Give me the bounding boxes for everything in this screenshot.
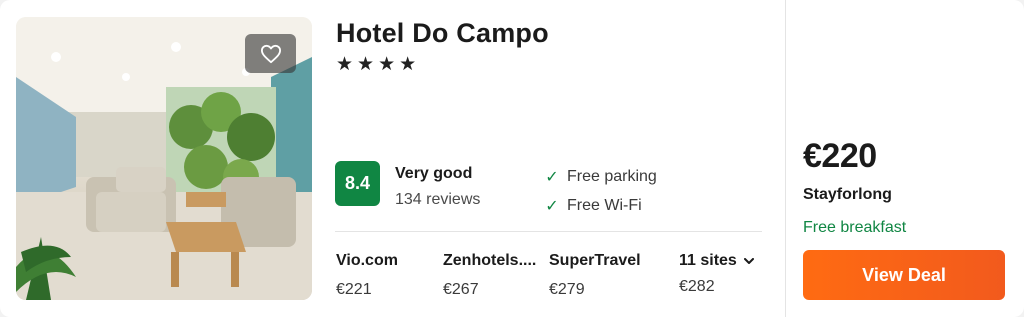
site-name: Vio.com — [336, 252, 398, 269]
amenity-label: Free Wi-Fi — [567, 197, 642, 214]
site-name: SuperTravel — [549, 252, 641, 269]
star-icon: ★ — [378, 54, 396, 75]
more-sites-price: €282 — [679, 278, 715, 295]
deal-perk: Free breakfast — [803, 219, 907, 236]
site-offer-supertravel[interactable]: SuperTravel €279 — [549, 251, 659, 300]
deal-provider: Stayforlong — [803, 186, 892, 203]
site-price: €267 — [443, 281, 479, 298]
star-rating: ★ ★ ★ ★ — [336, 54, 416, 76]
favorite-button[interactable] — [245, 34, 296, 73]
view-deal-button[interactable]: View Deal — [803, 250, 1005, 300]
heart-outline-icon — [260, 44, 281, 63]
check-icon: ✓ — [545, 198, 559, 215]
amenity-label: Free parking — [567, 168, 657, 185]
star-icon: ★ — [357, 54, 375, 75]
site-offer-zenhotels[interactable]: Zenhotels.... €267 — [443, 251, 543, 300]
site-name: Zenhotels.... — [443, 252, 537, 269]
chevron-down-icon — [743, 257, 754, 264]
star-icon: ★ — [336, 54, 354, 75]
hotel-result-card[interactable]: Hotel Do Campo ★ ★ ★ ★ 8.4 Very good 134 re… — [0, 0, 1024, 317]
rating-label: Very good — [395, 165, 473, 182]
column-divider — [785, 0, 786, 317]
star-icon: ★ — [399, 54, 417, 75]
site-offer-vio[interactable]: Vio.com €221 — [336, 251, 446, 300]
site-price: €279 — [549, 281, 585, 298]
amenity-free-wifi: ✓ Free Wi-Fi — [545, 196, 642, 216]
hotel-name[interactable]: Hotel Do Campo — [336, 18, 549, 49]
check-icon: ✓ — [545, 169, 559, 186]
deal-price: €220 — [803, 137, 877, 175]
more-sites-label: 11 sites — [679, 252, 737, 269]
more-sites-dropdown[interactable]: 11 sites — [679, 252, 754, 270]
site-price: €221 — [336, 281, 372, 298]
amenity-free-parking: ✓ Free parking — [545, 167, 657, 187]
review-count[interactable]: 134 reviews — [395, 191, 480, 209]
score-badge: 8.4 — [335, 161, 380, 206]
divider — [335, 231, 762, 232]
